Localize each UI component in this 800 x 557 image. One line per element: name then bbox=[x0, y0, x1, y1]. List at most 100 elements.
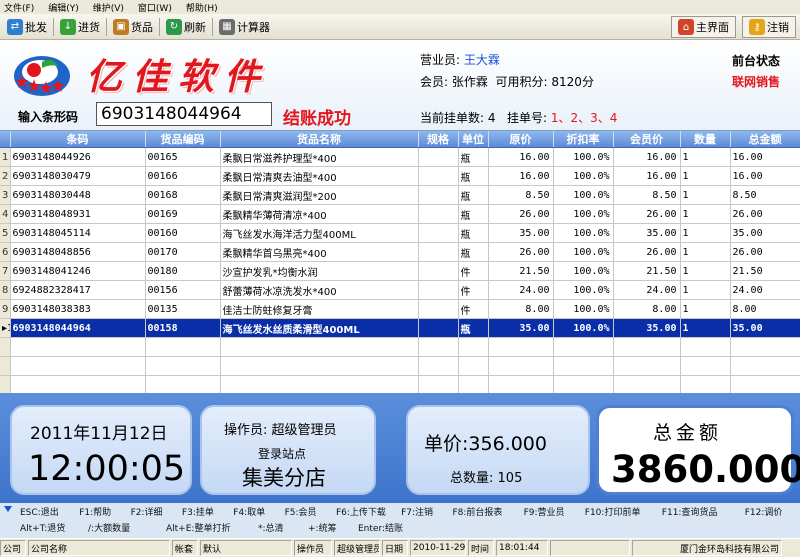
table-cell[interactable] bbox=[418, 223, 459, 243]
menu-maintain[interactable]: 维护(V) bbox=[93, 1, 124, 14]
table-cell[interactable] bbox=[418, 280, 459, 300]
table-cell[interactable]: 16.00 bbox=[488, 166, 554, 186]
table-cell[interactable]: 8.00 bbox=[613, 299, 681, 319]
table-row[interactable]: 7 6903148041246 00180 沙宣护发乳*均衡水润件 21.50 100.0… bbox=[0, 261, 800, 281]
table-row[interactable]: 9 6903148038383 00135 佳洁士防蛀修复牙膏件 8.00 100.0% 8… bbox=[0, 299, 800, 319]
table-cell[interactable]: 柔飘日常清爽滋润型*200 bbox=[220, 185, 419, 205]
table-cell[interactable]: 6924882328417 bbox=[10, 280, 146, 300]
table-cell[interactable]: 100.0% bbox=[553, 147, 614, 167]
table-cell[interactable]: 瓶 bbox=[458, 204, 489, 224]
table-cell[interactable]: 35.00 bbox=[613, 223, 681, 243]
column-header[interactable]: 条码 bbox=[10, 131, 146, 148]
table-cell[interactable]: 26.00 bbox=[488, 242, 554, 262]
table-cell[interactable]: 16.00 bbox=[488, 147, 554, 167]
table-cell[interactable]: 26.00 bbox=[488, 204, 554, 224]
shortcut-checkout[interactable]: Enter:结账 bbox=[358, 521, 428, 534]
column-header[interactable]: 原价 bbox=[488, 131, 554, 148]
table-row[interactable]: ▸10690314804496400158海飞丝发水丝质柔滑型400ML瓶35.… bbox=[0, 318, 800, 338]
shortcut-f9[interactable]: F9:营业员 bbox=[524, 505, 585, 518]
table-cell[interactable]: 6903148044926 bbox=[10, 147, 146, 167]
table-cell[interactable]: 8.50 bbox=[730, 185, 800, 205]
table-cell[interactable]: 35.00 bbox=[730, 318, 800, 338]
table-cell[interactable]: 1 bbox=[680, 204, 731, 224]
table-cell[interactable]: 柔飘精华首乌黑亮*400 bbox=[220, 242, 419, 262]
table-cell[interactable]: 00165 bbox=[145, 147, 221, 167]
column-header[interactable]: 折扣率 bbox=[553, 131, 614, 148]
table-cell[interactable]: 佳洁士防蛀修复牙膏 bbox=[220, 299, 419, 319]
restock-button[interactable]: ↓ 进货 bbox=[56, 16, 104, 38]
table-cell[interactable] bbox=[418, 261, 459, 281]
table-cell[interactable] bbox=[418, 299, 459, 319]
table-cell[interactable]: 柔飘精华薄荷清凉*400 bbox=[220, 204, 419, 224]
table-cell[interactable]: 24.00 bbox=[730, 280, 800, 300]
table-cell[interactable]: 1 bbox=[680, 242, 731, 262]
shortcut-f10[interactable]: F10:打印前单 bbox=[585, 505, 662, 518]
table-cell[interactable]: 16.00 bbox=[613, 147, 681, 167]
table-cell[interactable]: 00135 bbox=[145, 299, 221, 319]
shortcut-f12[interactable]: F12:调价 bbox=[745, 505, 800, 518]
table-cell[interactable]: 瓶 bbox=[458, 318, 489, 338]
table-cell[interactable]: 1 bbox=[680, 185, 731, 205]
table-cell[interactable]: 00169 bbox=[145, 204, 221, 224]
calculator-button[interactable]: ▦ 计算器 bbox=[215, 16, 274, 38]
table-cell[interactable]: 6903148044964 bbox=[10, 318, 146, 338]
barcode-input[interactable]: 6903148044964 bbox=[96, 102, 272, 126]
table-cell[interactable]: 21.50 bbox=[730, 261, 800, 281]
column-header[interactable]: 规格 bbox=[418, 131, 459, 148]
table-cell[interactable]: 100.0% bbox=[553, 166, 614, 186]
table-cell[interactable]: 6903148041246 bbox=[10, 261, 146, 281]
table-cell[interactable]: 1 bbox=[680, 299, 731, 319]
table-cell[interactable] bbox=[418, 318, 459, 338]
table-cell[interactable] bbox=[418, 166, 459, 186]
table-row[interactable]: 4 6903148048931 00169 柔飘精华薄荷清凉*400 瓶 26.00 100… bbox=[0, 204, 800, 224]
table-cell[interactable]: 21.50 bbox=[488, 261, 554, 281]
table-cell[interactable]: 柔飘日常滋养护理型*400 bbox=[220, 147, 419, 167]
table-cell[interactable]: 海飞丝发水丝质柔滑型400ML bbox=[220, 318, 419, 338]
table-cell[interactable]: 件 bbox=[458, 261, 489, 281]
table-row[interactable]: 3 6903148030448 00168 柔飘日常清爽滋润型*200 瓶 8.50 100… bbox=[0, 185, 800, 205]
table-cell[interactable]: 24.00 bbox=[488, 280, 554, 300]
table-cell[interactable]: 00160 bbox=[145, 223, 221, 243]
table-cell[interactable] bbox=[418, 204, 459, 224]
table-cell[interactable]: 6903148030448 bbox=[10, 185, 146, 205]
table-cell[interactable]: 26.00 bbox=[613, 204, 681, 224]
table-row[interactable]: 6 6903148048856 00170 柔飘精华首乌黑亮*400 瓶 26.00 100… bbox=[0, 242, 800, 262]
table-cell[interactable]: 6903148038383 bbox=[10, 299, 146, 319]
table-cell[interactable]: 8.50 bbox=[488, 185, 554, 205]
table-cell[interactable]: 1 bbox=[680, 147, 731, 167]
shortcut-f1[interactable]: F1:帮助 bbox=[79, 505, 130, 518]
table-cell[interactable]: 24.00 bbox=[613, 280, 681, 300]
menu-file[interactable]: 文件(F) bbox=[4, 1, 34, 14]
column-header[interactable]: 单位 bbox=[458, 131, 489, 148]
shortcut-esc[interactable]: ESC:退出 bbox=[20, 505, 79, 518]
shortcut-discount[interactable]: Alt+E:整单打折 bbox=[166, 521, 258, 534]
table-cell[interactable]: 26.00 bbox=[730, 204, 800, 224]
table-cell[interactable]: 瓶 bbox=[458, 166, 489, 186]
table-cell[interactable]: 瓶 bbox=[458, 242, 489, 262]
table-cell[interactable]: 6903148048931 bbox=[10, 204, 146, 224]
column-header[interactable]: 货品名称 bbox=[220, 131, 419, 148]
wholesale-button[interactable]: ⇄ 批发 bbox=[3, 16, 51, 38]
table-cell[interactable]: 8.50 bbox=[613, 185, 681, 205]
table-cell[interactable]: 海飞丝发水海洋活力型400ML bbox=[220, 223, 419, 243]
shortcut-clear[interactable]: *:总清 bbox=[258, 521, 308, 534]
table-cell[interactable] bbox=[418, 185, 459, 205]
column-header[interactable]: 会员价 bbox=[613, 131, 681, 148]
table-row[interactable]: 5 6903148045114 00160 海飞丝发水海洋活力型400ML 瓶 35.00… bbox=[0, 223, 800, 243]
table-cell[interactable]: 100.0% bbox=[553, 204, 614, 224]
table-cell[interactable]: 21.50 bbox=[613, 261, 681, 281]
table-cell[interactable]: 16.00 bbox=[613, 166, 681, 186]
table-cell[interactable]: 1 bbox=[680, 280, 731, 300]
table-cell[interactable]: 件 bbox=[458, 299, 489, 319]
goods-button[interactable]: ▣ 货品 bbox=[109, 16, 157, 38]
table-cell[interactable]: 00170 bbox=[145, 242, 221, 262]
table-cell[interactable]: 件 bbox=[458, 280, 489, 300]
table-row[interactable]: 2 6903148030479 00166 柔飘日常清爽去油型*400 瓶 16.00 10… bbox=[0, 166, 800, 186]
table-cell[interactable]: 6903148030479 bbox=[10, 166, 146, 186]
table-cell[interactable]: 00180 bbox=[145, 261, 221, 281]
menu-edit[interactable]: 编辑(Y) bbox=[48, 1, 79, 14]
column-header[interactable]: 数量 bbox=[680, 131, 731, 148]
shortcut-bulk-qty[interactable]: /:大额数量 bbox=[88, 521, 166, 534]
table-cell[interactable]: 16.00 bbox=[730, 166, 800, 186]
table-cell[interactable]: 1 bbox=[680, 166, 731, 186]
